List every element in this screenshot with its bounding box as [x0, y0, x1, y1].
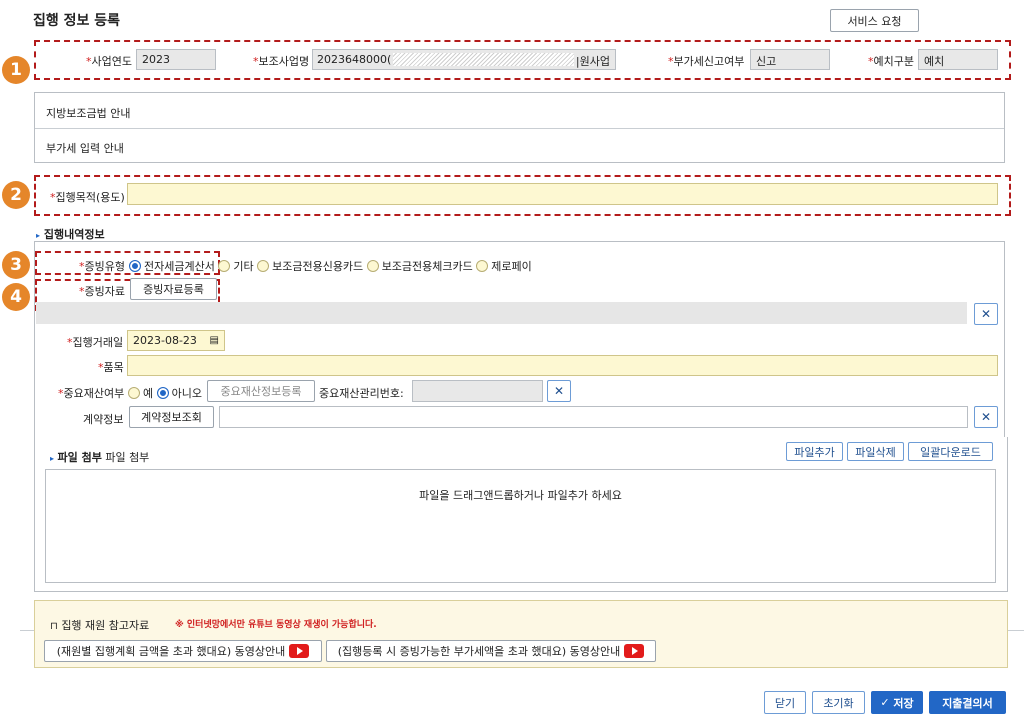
evidence-file-bar — [36, 302, 967, 324]
radio-icon — [476, 260, 489, 272]
close-icon: ✕ — [980, 307, 992, 321]
asset-mgmt-number-label: 중요재산관리번호: — [319, 387, 404, 400]
trade-date-label: *집행거래일 — [67, 336, 124, 349]
radio-checked-icon — [129, 260, 141, 272]
important-asset-label: *중요재산여부 — [58, 387, 125, 400]
business-year-label: *사업연도 — [86, 55, 132, 68]
redacted-block — [393, 53, 574, 66]
app-window: 집행 정보 등록 서비스 요청 1 2 3 4 *사업연도 2023 *보조사업… — [0, 0, 1024, 721]
radio-option-credit-card[interactable]: 보조금전용신용카드 — [257, 260, 363, 273]
submit-expense-button[interactable]: 지출결의서 — [929, 691, 1006, 714]
step-badge-1: 1 — [2, 56, 30, 84]
video-guide-button-2[interactable]: (집행등록 시 증빙가능한 부가세액을 초과 했대요) 동영상안내 — [326, 640, 656, 662]
youtube-icon — [624, 644, 645, 658]
subsidy-name-field: 2023648000( |원사업 — [312, 49, 616, 70]
save-label: 저장 — [893, 696, 914, 710]
evidence-register-button[interactable]: 증빙자료등록 — [130, 278, 217, 300]
radio-icon — [128, 387, 140, 399]
calendar-icon[interactable]: ▤ — [210, 335, 219, 346]
bulk-download-button[interactable]: 일괄다운로드 — [908, 442, 993, 461]
asset-clear-button[interactable]: ✕ — [547, 380, 571, 402]
deposit-type-field: 예치 — [918, 49, 998, 70]
close-icon: ✕ — [553, 384, 565, 398]
contract-label: 계약정보 — [83, 413, 124, 426]
item-label: *품목 — [98, 361, 124, 374]
reference-notice: ※ 인터넷망에서만 유튜브 동영상 재생이 가능합니다. — [175, 620, 377, 630]
file-delete-button[interactable]: 파일삭제 — [847, 442, 904, 461]
radio-icon — [218, 260, 231, 272]
video-guide-label-1: (재원별 집행계획 금액을 초과 했대요) 동영상안내 — [56, 645, 286, 658]
divider-right — [1008, 630, 1024, 631]
file-add-button[interactable]: 파일추가 — [786, 442, 843, 461]
reference-title: ⊓ 집행 재원 참고자료 — [50, 619, 150, 632]
trade-date-value: 2023-08-23 — [133, 334, 197, 347]
evidence-doc-label: *증빙자료 — [79, 285, 125, 298]
youtube-icon — [289, 644, 310, 658]
important-asset-register-button[interactable]: 중요재산정보등록 — [207, 380, 315, 402]
bullet-icon: ▸ — [36, 231, 41, 240]
close-icon: ✕ — [980, 410, 992, 424]
radio-option-zeropay[interactable]: 제로페이 — [476, 260, 532, 273]
bookmark-icon: ⊓ — [50, 621, 58, 632]
subsidy-name-prefix: 2023648000( — [317, 53, 392, 66]
check-icon: ✓ — [880, 696, 890, 709]
deposit-type-label: *예치구분 — [868, 55, 914, 68]
bullet-icon: ▸ — [50, 454, 55, 463]
contract-clear-button[interactable]: ✕ — [974, 406, 998, 428]
evidence-type-label: *증빙유형 — [79, 260, 125, 273]
guide-local-subsidy-law[interactable]: 지방보조금법 안내 — [46, 105, 130, 121]
subsidy-name-suffix: |원사업 — [575, 55, 610, 68]
step-badge-2: 2 — [2, 181, 30, 209]
vat-report-field: 신고 — [750, 49, 830, 70]
purpose-input[interactable] — [127, 183, 998, 205]
radio-option-etc[interactable]: 기타 — [218, 260, 254, 273]
evidence-type-options: 전자세금계산서 기타 보조금전용신용카드 보조금전용체크카드 제로페이 — [129, 258, 532, 274]
step-badge-4: 4 — [2, 283, 30, 311]
radio-checked-icon — [156, 387, 169, 399]
business-year-field: 2023 — [136, 49, 216, 70]
contract-field — [219, 406, 968, 428]
video-guide-label-2: (집행등록 시 증빙가능한 부가세액을 초과 했대요) 동영상안내 — [337, 645, 621, 658]
guide-panel: 지방보조금법 안내 부가세 입력 안내 — [34, 92, 1005, 163]
subsidy-name-label: *보조사업명 — [253, 55, 310, 68]
radio-option-yes[interactable]: 예 — [128, 387, 153, 400]
guide-divider — [35, 128, 1004, 129]
radio-option-etax[interactable]: 전자세금계산서 — [129, 260, 215, 273]
file-drop-text: 파일을 드래그앤드롭하거나 파일추가 하세요 — [419, 489, 622, 502]
purpose-label: *집행목적(용도) — [50, 191, 125, 204]
reset-button[interactable]: 초기화 — [812, 691, 865, 714]
asset-mgmt-number-field — [412, 380, 543, 402]
service-request-button[interactable]: 서비스 요청 — [830, 9, 919, 32]
radio-option-check-card[interactable]: 보조금전용체크카드 — [366, 260, 473, 273]
exec-section-title: ▸ 집행내역정보 — [36, 228, 105, 241]
video-guide-button-1[interactable]: (재원별 집행계획 금액을 초과 했대요) 동영상안내 — [44, 640, 322, 662]
vat-report-label: *부가세신고여부 — [668, 55, 745, 68]
guide-vat-input[interactable]: 부가세 입력 안내 — [46, 140, 124, 156]
radio-option-no[interactable]: 아니오 — [156, 387, 202, 400]
page-title: 집행 정보 등록 — [33, 13, 121, 29]
file-drop-zone[interactable]: 파일을 드래그앤드롭하거나 파일추가 하세요 — [45, 469, 996, 583]
step-badge-3: 3 — [2, 251, 30, 279]
important-asset-options: 예 아니오 — [128, 385, 202, 401]
close-button[interactable]: 닫기 — [764, 691, 806, 714]
item-input[interactable] — [127, 355, 998, 376]
divider-left — [20, 630, 34, 631]
file-section-title: ▸ 파일 첨부 파일 첨부 — [50, 451, 150, 464]
evidence-clear-button[interactable]: ✕ — [974, 303, 998, 325]
contract-lookup-button[interactable]: 계약정보조회 — [129, 406, 214, 428]
save-button[interactable]: ✓ 저장 — [871, 691, 923, 714]
trade-date-input[interactable]: 2023-08-23 ▤ — [127, 330, 225, 351]
radio-icon — [257, 260, 270, 272]
radio-icon — [366, 260, 379, 272]
